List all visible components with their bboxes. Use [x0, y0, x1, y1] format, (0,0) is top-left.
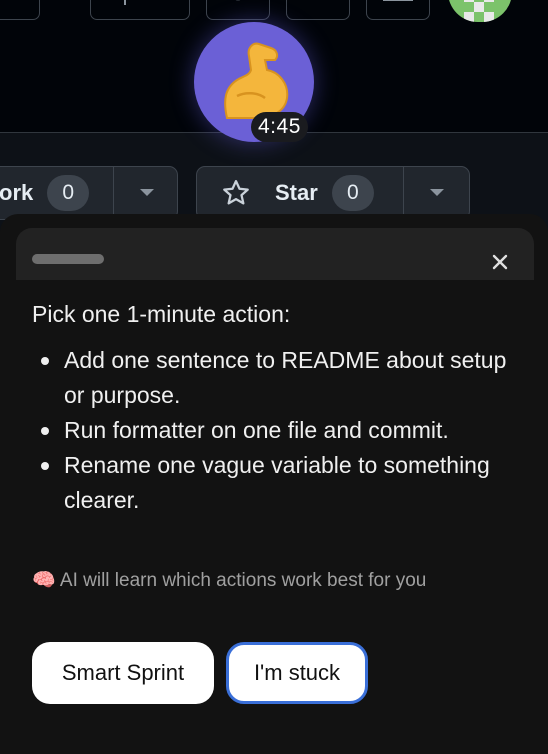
- close-button[interactable]: [488, 250, 512, 274]
- fork-label: ork: [0, 180, 34, 205]
- focus-timer-badge[interactable]: 4:45: [194, 22, 314, 142]
- chevron-down-icon: [140, 189, 154, 196]
- drag-handle[interactable]: [32, 254, 104, 264]
- smart-sprint-button[interactable]: Smart Sprint: [32, 642, 214, 704]
- popover-title: Pick one 1-minute action:: [32, 301, 291, 327]
- fork-dropdown[interactable]: [113, 167, 180, 219]
- issues-icon: [235, 0, 241, 1]
- im-stuck-button[interactable]: I'm stuck: [226, 642, 368, 704]
- ai-learning-note: 🧠 AI will learn which actions work best …: [32, 566, 522, 595]
- avatar-identicon: [448, 0, 512, 22]
- star-label: Star: [275, 180, 318, 205]
- star-count: 0: [331, 175, 374, 211]
- action-item: Run formatter on one file and commit.: [41, 413, 522, 448]
- plus-icon: [124, 0, 126, 5]
- fork-button[interactable]: ork 0: [0, 166, 178, 220]
- flexed-biceps-icon: [224, 42, 289, 119]
- inbox-icon: [383, 0, 413, 1]
- action-item: Add one sentence to README about setup o…: [41, 343, 522, 413]
- brain-icon: 🧠: [32, 570, 56, 591]
- popover-header[interactable]: [16, 228, 534, 280]
- user-avatar[interactable]: [448, 0, 512, 22]
- pull-requests-button[interactable]: [286, 0, 350, 20]
- create-button[interactable]: [90, 0, 190, 20]
- header-button[interactable]: [0, 0, 40, 20]
- star-button[interactable]: Star 0: [196, 166, 470, 220]
- timer-time: 4:45: [251, 112, 308, 142]
- fork-count: 0: [47, 175, 90, 211]
- star-icon: [223, 180, 249, 205]
- issues-button[interactable]: [206, 0, 270, 20]
- close-icon: [492, 254, 508, 270]
- chevron-down-icon: [430, 189, 444, 196]
- pull-request-icon: [286, 0, 350, 20]
- star-dropdown[interactable]: [403, 167, 470, 219]
- action-list: Add one sentence to README about setup o…: [32, 343, 522, 518]
- action-item: Rename one vague variable to something c…: [41, 448, 522, 518]
- inbox-button[interactable]: [366, 0, 430, 20]
- ai-learning-text: AI will learn which actions work best fo…: [59, 570, 427, 591]
